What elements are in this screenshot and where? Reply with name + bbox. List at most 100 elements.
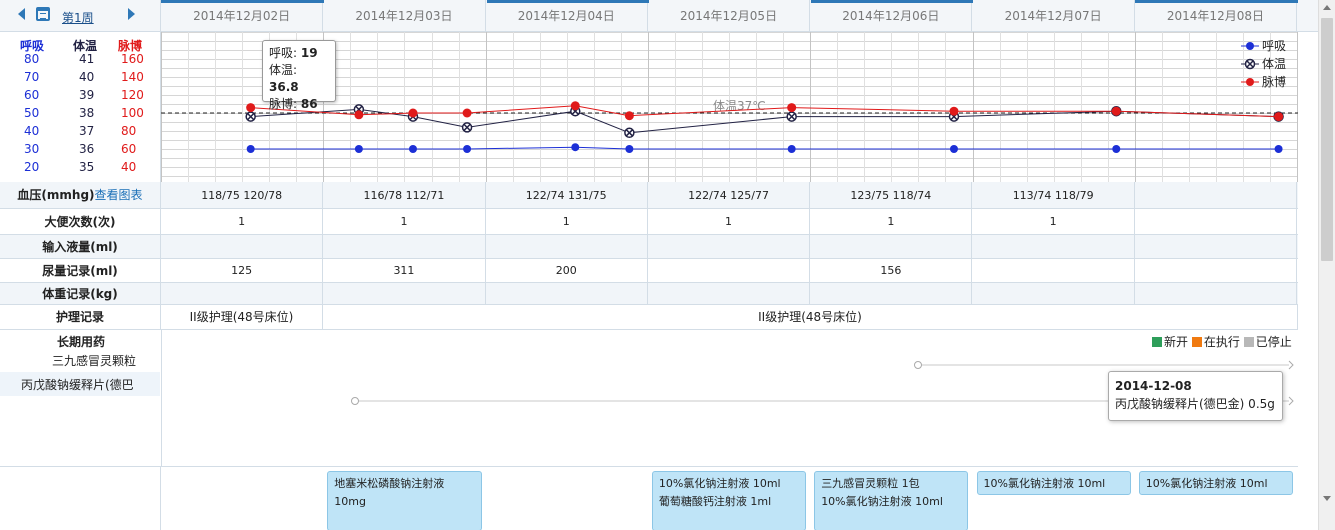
status-active-swatch [1191,337,1202,347]
header-accent [811,0,973,3]
bp-cell: 118/75 120/78 [161,182,324,208]
bp-cell: 122/74 131/75 [486,182,648,208]
pulse-point [787,103,797,113]
bp-cell: 122/74 125/77 [648,182,811,208]
resp-point [246,145,255,153]
order-line: 三九感冒灵颗粒 1包 [821,477,920,490]
resp-scale-tick: 20 [24,160,40,174]
urine-cell: 200 [486,259,648,282]
scroll-thumb[interactable] [1321,18,1333,261]
pulse-point [1274,112,1284,122]
stool-cell: 1 [486,209,648,234]
next-week-arrow-icon[interactable] [128,8,135,20]
status-new-label: 新开 [1164,335,1189,349]
resp-point [949,145,958,153]
stool-row: 大便次数(次) 111111 [0,209,1298,235]
resp-point [354,145,363,153]
temp-scale-tick: 39 [79,88,95,102]
stool-cell [1135,209,1298,234]
med-start-marker[interactable] [914,361,922,369]
order-line: 10%氯化钠注射液 10ml [1145,477,1268,490]
temp-scale-tick: 36 [79,142,95,156]
resp-point [463,145,472,153]
resp-scale-tick: 40 [24,124,40,138]
order-line: 10%氯化钠注射液 10ml [983,477,1106,490]
intake-cell [973,235,1135,258]
status-stopped-swatch [1243,337,1254,347]
prev-week-arrow-icon[interactable] [18,8,25,20]
order-card[interactable]: 三九感冒灵颗粒 1包 10%氯化钠注射液 10ml [814,471,969,530]
tooltip-temp-value: 36.8 [269,80,299,94]
legend-label: 呼吸 [1262,39,1286,53]
scroll-down-icon[interactable] [1323,496,1331,501]
resp-scale-tick: 30 [24,142,40,156]
urine-label: 尿量记录(ml) [0,259,161,282]
med-tooltip: 2014-12-08 丙戊酸钠缓释片(德巴金) 0.5g [1108,371,1283,421]
order-card[interactable]: 10%氯化钠注射液 10ml [1138,471,1294,495]
divider [160,467,161,530]
scroll-up-icon[interactable] [1323,5,1331,10]
med-tooltip-date: 2014-12-08 [1115,379,1192,393]
pulse-point [570,101,580,111]
status-new-swatch [1152,337,1162,347]
stool-cell: 1 [161,209,324,234]
pulse-scale-tick: 40 [121,160,137,174]
intake-row: 输入液量(ml) [0,235,1298,259]
resp-scale-tick: 60 [24,88,40,102]
order-line: 地塞米松磷酸钠注射液 [334,477,445,490]
temp-scale-tick: 40 [79,70,95,84]
resp-scale-tick: 80 [24,52,40,66]
order-card[interactable]: 10%氯化钠注射液 10ml [976,471,1131,495]
med-start-marker[interactable] [351,397,359,405]
intake-cell [161,235,324,258]
order-card[interactable]: 10%氯化钠注射液 10ml 葡萄糖酸钙注射液 1ml [651,471,807,530]
weight-label: 体重记录(kg) [0,283,161,304]
resp-point [1112,145,1121,153]
calendar-icon[interactable] [36,7,50,21]
bp-chart-link[interactable]: 查看图表 [95,188,143,202]
weight-cell [648,283,811,304]
week-label[interactable]: 第1周 [62,9,94,26]
bp-cell: 113/74 118/79 [973,182,1135,208]
urine-cell: 156 [810,259,973,282]
pulse-point [624,111,634,121]
urine-cell: 125 [161,259,324,282]
tooltip-resp-value: 19 [300,46,318,60]
vitals-scale: 呼吸 体温 脉博 80 70 60 50 40 30 20 41 40 39 38 37 36 35 160… [0,32,161,182]
med-item[interactable]: 三九感冒灵颗粒 [52,352,136,369]
intake-cell [810,235,973,258]
urine-cell [1135,259,1298,282]
orders-row: 地塞米松磷酸钠注射液 10mg 10%氯化钠注射液 10ml 葡萄糖酸钙注射液 1ml… [0,466,1298,530]
weight-row: 体重记录(kg) [0,283,1298,305]
pulse-scale-tick: 120 [121,88,144,102]
urine-cell [648,259,811,282]
intake-label: 输入液量(ml) [0,235,161,258]
intake-cell [486,235,648,258]
order-card[interactable]: 地塞米松磷酸钠注射液 10mg [327,471,482,530]
tooltip-pulse-label: 脉博: [269,97,298,111]
resp-scale-tick: 70 [24,70,40,84]
date-header-cell: 2014年12月08日 [1135,0,1298,32]
stool-cell: 1 [810,209,973,234]
weight-cell [486,283,648,304]
bp-row: 血压(mmhg)查看图表 118/75 120/78 116/78 112/71 1… [0,182,1298,209]
week-nav: 第1周 [0,0,161,32]
date-header-cell: 2014年12月03日 [323,0,486,32]
temp-scale-tick: 35 [79,160,95,174]
vertical-scrollbar[interactable] [1318,0,1335,530]
pulse-scale-tick: 160 [121,52,144,66]
urine-row: 尿量记录(ml) 125 311 200 156 [0,259,1298,283]
intake-cell [648,235,811,258]
stool-cell: 1 [323,209,486,234]
tooltip-pulse-value: 86 [300,97,318,111]
med-item[interactable]: 丙戊酸钠缓释片(德巴 [21,376,134,393]
pulse-point [246,103,256,113]
temp-scale-tick: 37 [79,124,95,138]
weight-cell [161,283,324,304]
pulse-point [949,106,959,116]
bp-cell [1135,182,1298,208]
stool-cell: 1 [648,209,811,234]
pulse-scale-tick: 80 [121,124,137,138]
date-header-cell: 2014年12月02日 [161,0,324,32]
intake-cell [1135,235,1298,258]
